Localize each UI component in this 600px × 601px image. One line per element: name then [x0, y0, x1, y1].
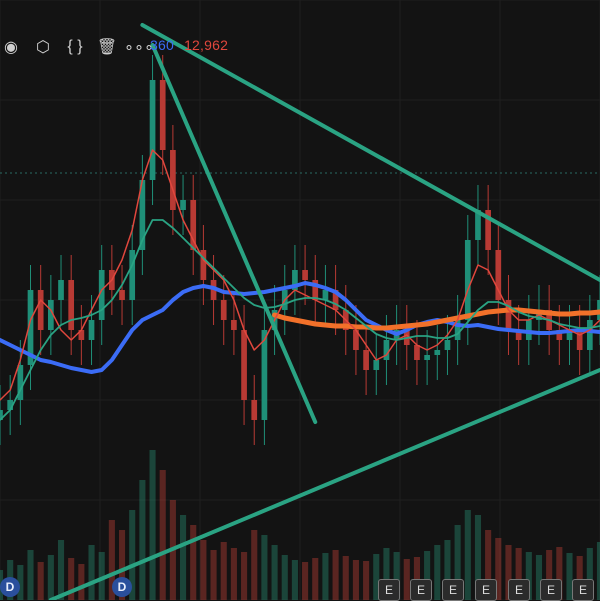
candle-body: [170, 150, 176, 210]
candle-body: [373, 360, 380, 370]
dividend-marker[interactable]: D: [112, 577, 132, 597]
candle-body: [586, 320, 593, 350]
earnings-marker[interactable]: E: [475, 579, 497, 601]
more-icon[interactable]: ∘∘∘: [124, 36, 154, 58]
candle-body: [322, 290, 329, 300]
candle-body: [68, 280, 75, 330]
trendline: [140, 23, 600, 282]
candle-body: [37, 290, 44, 330]
earnings-marker[interactable]: E: [378, 579, 400, 601]
dividend-marker[interactable]: D: [0, 577, 20, 597]
earnings-marker[interactable]: E: [572, 579, 594, 601]
candle-body: [464, 240, 471, 320]
event-markers: D D E E E E E E E: [0, 577, 600, 601]
trendline: [150, 43, 318, 424]
candle-body: [180, 200, 186, 210]
indicator-values: 360 12,962: [150, 37, 228, 53]
candle-body: [129, 250, 136, 300]
candle-body: [220, 300, 227, 320]
earnings-marker[interactable]: E: [508, 579, 530, 601]
candle-body: [119, 290, 125, 300]
candle-body: [231, 320, 237, 330]
indicator-value-blue: 360: [150, 37, 174, 53]
price-chart[interactable]: [0, 0, 600, 600]
candle-body: [159, 80, 166, 150]
indicator-toolbar: ◉ ⬡ { } 🗑 ∘∘∘: [0, 34, 154, 60]
gear-icon[interactable]: ⬡: [32, 36, 54, 58]
earnings-marker[interactable]: E: [410, 579, 432, 601]
candle-body: [58, 280, 64, 300]
candle-body: [383, 340, 390, 360]
earnings-marker[interactable]: E: [442, 579, 464, 601]
indicator-value-red: 12,962: [184, 37, 229, 53]
earnings-marker[interactable]: E: [540, 579, 562, 601]
candle-body: [434, 350, 441, 355]
candle-body: [363, 350, 369, 370]
candle-body: [251, 400, 258, 420]
eye-icon[interactable]: ◉: [0, 36, 22, 58]
candle-body: [576, 330, 583, 350]
candle-body: [424, 355, 430, 360]
candle-body: [444, 340, 451, 350]
trash-icon[interactable]: 🗑: [96, 36, 118, 58]
candle-body: [241, 330, 247, 400]
candle-body: [149, 80, 156, 180]
candle-body: [414, 345, 420, 360]
candle-body: [302, 270, 308, 280]
code-braces-icon[interactable]: { }: [64, 36, 86, 58]
candle-body: [88, 320, 95, 340]
candle-body: [261, 330, 268, 420]
